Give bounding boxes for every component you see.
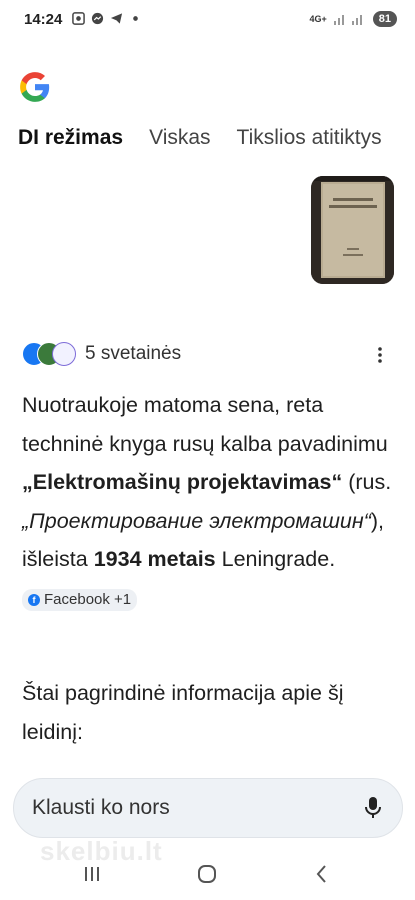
sources-row[interactable]: 5 svetainės [22, 342, 181, 366]
battery-indicator: 81 [372, 11, 397, 27]
search-mode-tabs: DI režimas Viskas Tikslios atitiktys [18, 126, 382, 150]
messenger-icon [91, 12, 104, 25]
status-bar: 14:24 4G+ 81 [0, 0, 415, 42]
answer-paragraph-2: Štai pagrindinė informacija apie šį leid… [22, 681, 344, 744]
ask-input[interactable]: Klausti ko nors [13, 778, 403, 838]
back-icon[interactable] [310, 862, 334, 886]
recents-icon[interactable] [80, 862, 104, 886]
book-title-russian: „Проектирование электромашин“ [22, 508, 371, 533]
source-site-icon-2 [52, 342, 76, 366]
publication-year: 1934 metais [93, 547, 216, 571]
home-icon[interactable] [195, 862, 219, 886]
status-time: 14:24 [24, 11, 63, 28]
google-logo[interactable] [18, 70, 52, 104]
source-favicons [22, 342, 80, 366]
book-title: „Elektromašinų projektavimas“ [22, 470, 343, 494]
tab-all[interactable]: Viskas [149, 126, 210, 150]
screenshot-icon [72, 12, 85, 25]
sources-count: 5 svetainės [85, 343, 182, 364]
notification-dot-icon [133, 16, 138, 21]
mic-icon[interactable] [364, 796, 382, 820]
telegram-icon [110, 13, 123, 24]
signal-icon [333, 15, 362, 25]
navigation-bar [0, 852, 415, 900]
more-vert-icon[interactable] [372, 344, 388, 366]
uploaded-book-image[interactable] [311, 176, 394, 284]
ask-input-placeholder: Klausti ko nors [32, 796, 170, 819]
network-indicator: 4G+ [309, 13, 327, 24]
facebook-icon: f [28, 593, 40, 606]
citation-chip[interactable]: f Facebook +1 [22, 588, 138, 611]
tab-exact-matches[interactable]: Tikslios atitiktys [237, 126, 382, 150]
answer-paragraph-1: Nuotraukoje matoma sena, reta techninė k… [22, 386, 397, 617]
tab-ai-mode[interactable]: DI režimas [18, 126, 123, 150]
